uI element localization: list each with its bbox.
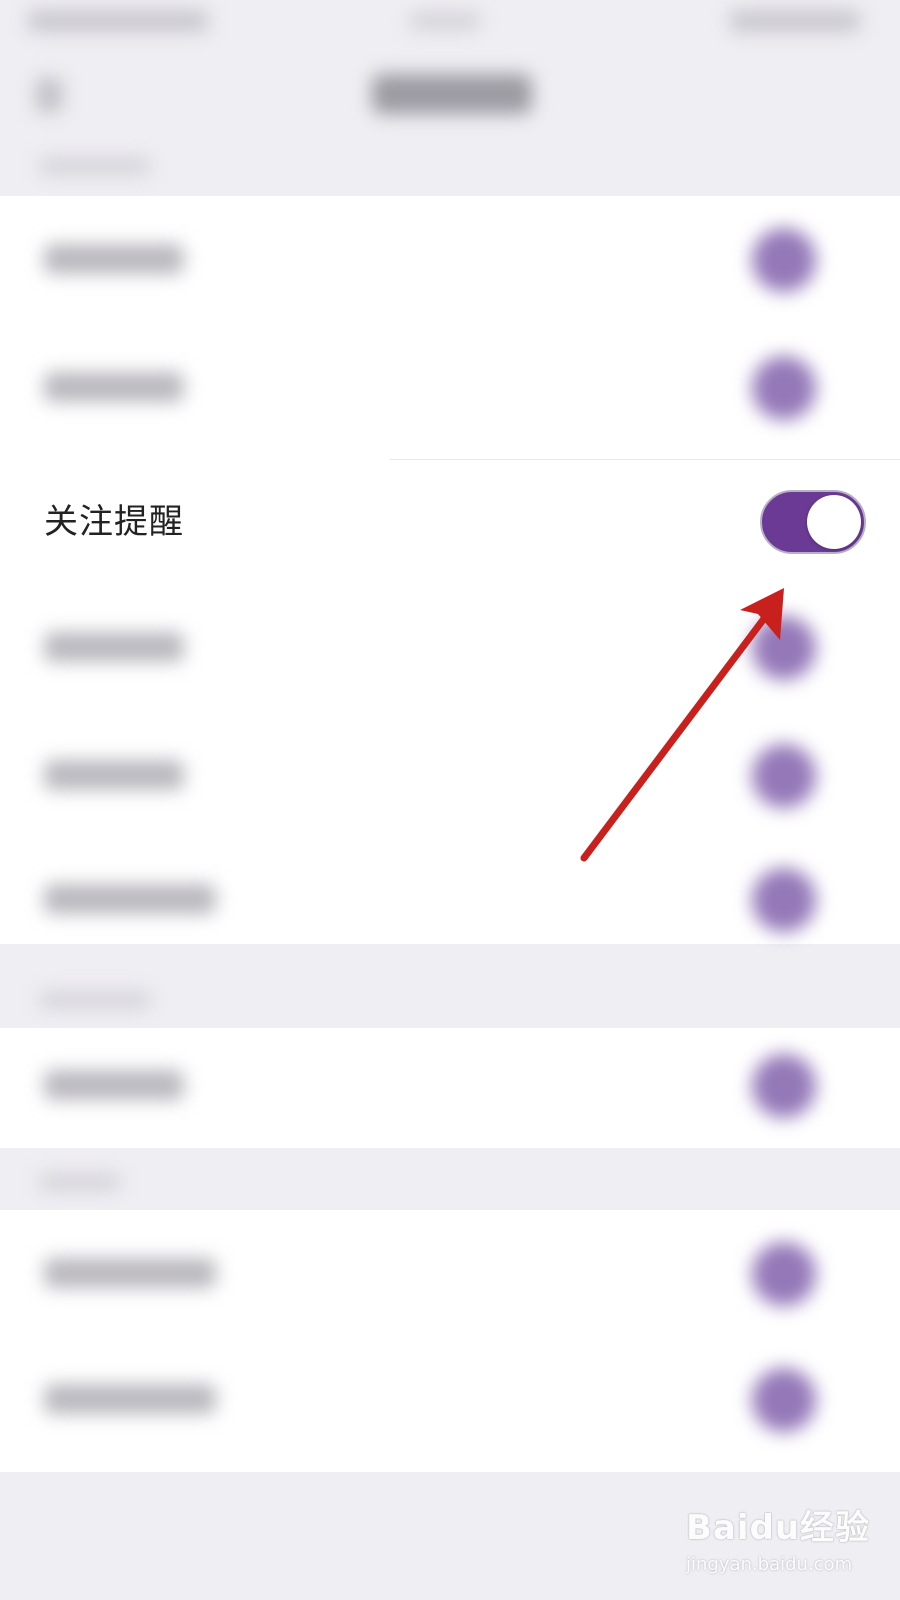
setting-row-follow-reminder[interactable]: 关注提醒 [0,460,900,584]
settings-row-blurred[interactable] [0,1336,900,1464]
settings-row-blurred[interactable] [0,836,900,964]
settings-row-blurred[interactable] [0,584,900,712]
baidu-watermark: Baidu经验 jingyan.baidu.com [686,1500,886,1590]
nav-bar [0,48,900,138]
status-bar [0,0,900,48]
toggle-switch-blurred[interactable] [752,1368,816,1432]
watermark-url: jingyan.baidu.com [686,1554,853,1575]
row-label-blurred [44,884,216,914]
settings-row-blurred[interactable] [0,196,900,324]
toggle-switch-blurred[interactable] [752,616,816,680]
row-label-blurred [44,632,184,662]
toggle-switch-blurred[interactable] [752,1242,816,1306]
settings-row-blurred[interactable] [0,712,900,840]
status-bar-time-blurred [410,12,480,30]
settings-screen: 关注提醒 Baidu经验 jingyan.baidu.com [0,0,900,1600]
status-bar-left-blurred [28,10,208,32]
setting-label-follow-reminder: 关注提醒 [44,502,184,542]
section-header-blurred [40,1174,120,1190]
watermark-logo: Baidu经验 [686,1508,871,1548]
follow-reminder-toggle[interactable] [760,490,866,554]
back-arrow-icon[interactable] [36,78,62,112]
settings-row-blurred[interactable] [0,1210,900,1338]
row-label-blurred [44,1384,216,1414]
toggle-switch-blurred[interactable] [752,356,816,420]
toggle-knob [807,495,861,549]
toggle-switch-blurred[interactable] [752,868,816,932]
status-bar-right-blurred [730,10,860,32]
settings-row-blurred[interactable] [0,1022,900,1150]
page-title-blurred [372,74,532,114]
row-label-blurred [44,1258,216,1288]
row-label-blurred [44,760,184,790]
settings-row-blurred[interactable] [0,324,900,452]
toggle-switch-blurred[interactable] [752,744,816,808]
section-header-blurred [40,158,150,174]
toggle-switch-blurred[interactable] [752,228,816,292]
row-label-blurred [44,244,184,274]
toggle-switch-blurred[interactable] [752,1054,816,1118]
row-label-blurred [44,1070,184,1100]
row-label-blurred [44,372,184,402]
section-header-blurred [40,992,150,1008]
